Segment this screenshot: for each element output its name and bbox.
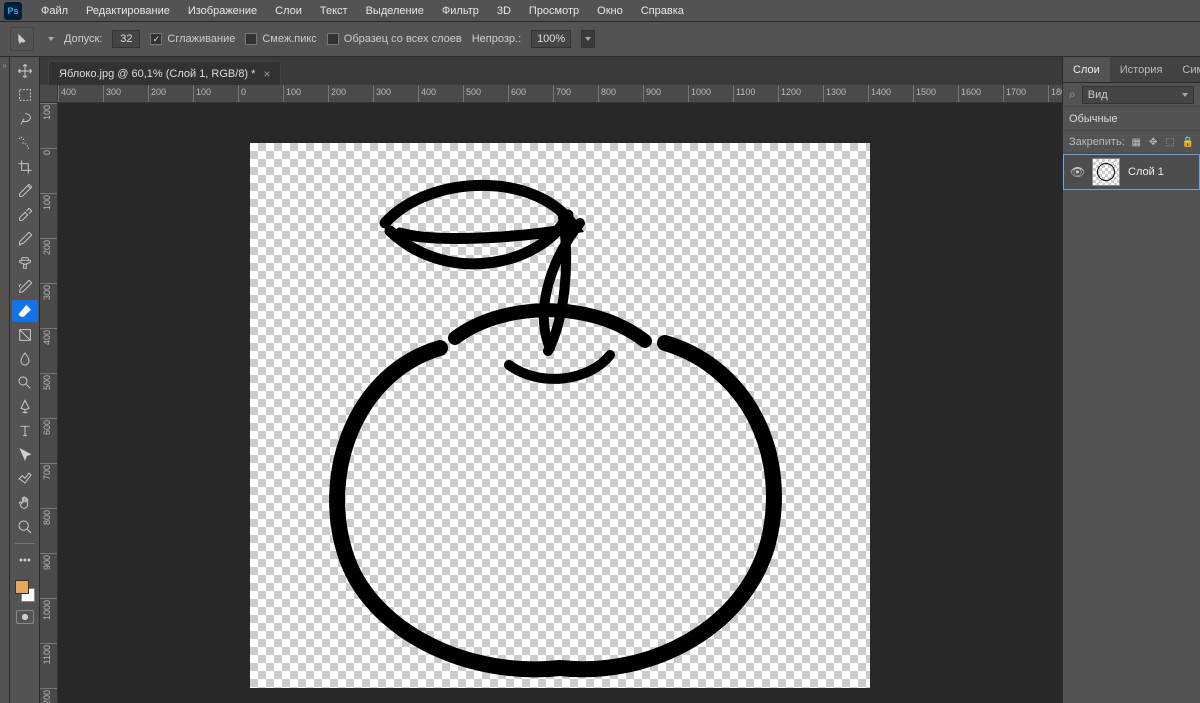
dodge-tool[interactable]	[12, 372, 38, 394]
toolbar	[10, 57, 40, 703]
menu-редактирование[interactable]: Редактирование	[77, 0, 179, 22]
lasso-tool[interactable]	[12, 108, 38, 130]
opacity-label: Непрозр.:	[472, 33, 521, 45]
brush-tool[interactable]	[12, 228, 38, 250]
layer-filter-select[interactable]: Вид	[1082, 86, 1194, 104]
layer-filter-row: ⌕ Вид	[1063, 83, 1200, 107]
eyedropper-tool[interactable]	[12, 180, 38, 202]
antialias-checkbox[interactable]: Сглаживание	[150, 33, 235, 45]
healing-brush-tool[interactable]	[12, 204, 38, 226]
menu-справка[interactable]: Справка	[632, 0, 693, 22]
eraser-tool[interactable]	[12, 300, 38, 322]
blend-mode-select[interactable]: Обычные	[1069, 113, 1118, 125]
menu-файл[interactable]: Файл	[32, 0, 77, 22]
blur-tool[interactable]	[12, 348, 38, 370]
tolerance-input[interactable]: 32	[112, 30, 140, 48]
chevron-down-icon	[1182, 93, 1188, 97]
hand-tool[interactable]	[12, 492, 38, 514]
layer-row[interactable]: 👁 Слой 1	[1063, 154, 1200, 190]
options-bar: Допуск: 32 Сглаживание Смеж.пикс Образец…	[0, 22, 1200, 57]
tolerance-label: Допуск:	[64, 33, 102, 45]
panel-tab-Слои[interactable]: Слои	[1063, 57, 1110, 82]
close-tab-icon[interactable]: ×	[263, 67, 270, 81]
lock-pixels-icon[interactable]: ▦	[1131, 135, 1142, 149]
app-logo[interactable]: Ps	[4, 2, 22, 20]
menu-bar: Ps ФайлРедактированиеИзображениеСлоиТекс…	[0, 0, 1200, 22]
menu-слои[interactable]: Слои	[266, 0, 311, 22]
color-swatches[interactable]	[13, 578, 37, 604]
menu-фильтр[interactable]: Фильтр	[433, 0, 488, 22]
layer-name[interactable]: Слой 1	[1128, 166, 1164, 178]
move-tool[interactable]	[12, 60, 38, 82]
lock-label: Закрепить:	[1069, 136, 1125, 148]
zoom-tool[interactable]	[12, 516, 38, 538]
layer-thumbnail[interactable]	[1092, 158, 1120, 186]
canvas[interactable]	[250, 143, 870, 688]
vertical-ruler[interactable]: 1000100200300400500600700800900100011001…	[40, 103, 58, 703]
marquee-tool[interactable]	[12, 84, 38, 106]
search-icon[interactable]: ⌕	[1069, 87, 1076, 102]
horizontal-ruler[interactable]: 4003002001000100200300400500600700800900…	[58, 85, 1062, 103]
lock-artboard-icon[interactable]: ⬚	[1165, 135, 1176, 149]
edit-toolbar[interactable]	[12, 549, 38, 571]
document-tabs: Яблоко.jpg @ 60,1% (Слой 1, RGB/8) * ×	[40, 57, 1062, 85]
document-tab-title: Яблоко.jpg @ 60,1% (Слой 1, RGB/8) *	[59, 68, 255, 80]
type-tool[interactable]	[12, 420, 38, 442]
ruler-origin[interactable]	[40, 85, 58, 103]
visibility-eye-icon[interactable]: 👁	[1070, 165, 1084, 179]
pen-tool[interactable]	[12, 396, 38, 418]
panel-tabs: СлоиИсторияСимвол	[1063, 57, 1200, 83]
quick-mask-toggle[interactable]	[16, 610, 34, 624]
opacity-dropdown-button[interactable]	[581, 30, 595, 48]
quick-select-tool[interactable]	[12, 132, 38, 154]
panel-expander[interactable]	[0, 57, 10, 703]
path-select-tool[interactable]	[12, 444, 38, 466]
document-tab[interactable]: Яблоко.jpg @ 60,1% (Слой 1, RGB/8) * ×	[48, 61, 281, 85]
history-brush-tool[interactable]	[12, 276, 38, 298]
menu-изображение[interactable]: Изображение	[179, 0, 266, 22]
opacity-input[interactable]: 100%	[531, 30, 571, 48]
clone-stamp-tool[interactable]	[12, 252, 38, 274]
menu-окно[interactable]: Окно	[588, 0, 632, 22]
panels-dock: СлоиИсторияСимвол ⌕ Вид Обычные Закрепит…	[1062, 57, 1200, 703]
menu-выделение[interactable]: Выделение	[357, 0, 433, 22]
menu-просмотр[interactable]: Просмотр	[520, 0, 588, 22]
artwork-apple	[250, 143, 870, 688]
chevron-down-icon[interactable]	[48, 37, 54, 41]
foreground-color-swatch[interactable]	[15, 580, 29, 594]
crop-tool[interactable]	[12, 156, 38, 178]
contiguous-checkbox[interactable]: Смеж.пикс	[245, 33, 316, 45]
document-area: Яблоко.jpg @ 60,1% (Слой 1, RGB/8) * × 4…	[40, 57, 1062, 703]
blend-mode-row: Обычные	[1063, 107, 1200, 131]
gradient-tool[interactable]	[12, 324, 38, 346]
lock-all-icon[interactable]: 🔒	[1182, 135, 1194, 149]
canvas-viewport[interactable]: 4003002001000100200300400500600700800900…	[40, 85, 1062, 703]
sample-all-layers-checkbox[interactable]: Образец со всех слоев	[327, 33, 462, 45]
lock-position-icon[interactable]: ✥	[1148, 135, 1159, 149]
lock-row: Закрепить: ▦ ✥ ⬚ 🔒	[1063, 131, 1200, 154]
shape-tool[interactable]	[12, 468, 38, 490]
panel-tab-Символ[interactable]: Символ	[1172, 57, 1200, 82]
panel-tab-История[interactable]: История	[1110, 57, 1173, 82]
tool-preset-picker[interactable]	[10, 27, 34, 51]
menu-текст[interactable]: Текст	[311, 0, 357, 22]
menu-3d[interactable]: 3D	[488, 0, 520, 22]
